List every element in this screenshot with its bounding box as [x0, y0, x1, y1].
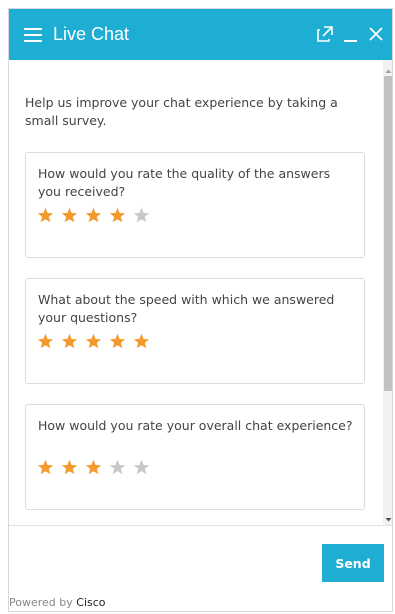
survey-question-text: How would you rate your overall chat exp…: [38, 418, 353, 433]
star-rating: [37, 333, 150, 350]
star-filled-icon[interactable]: [85, 207, 102, 224]
powered-by-label: Powered by: [9, 596, 73, 609]
star-filled-icon[interactable]: [37, 459, 54, 476]
survey-question-card: What about the speed with which we answe…: [25, 278, 365, 384]
star-rating: [37, 207, 150, 224]
star-rating: [37, 459, 150, 476]
star-filled-icon[interactable]: [61, 207, 78, 224]
popout-icon[interactable]: [314, 23, 336, 45]
star-filled-icon[interactable]: [37, 333, 54, 350]
chat-widget: Live Chat Help us improve your chat expe…: [8, 8, 393, 612]
survey-intro: Help us improve your chat experience by …: [25, 95, 338, 128]
scrollbar-thumb[interactable]: [384, 76, 392, 391]
footer-divider: [9, 525, 392, 526]
star-filled-icon[interactable]: [109, 333, 126, 350]
powered-by: Powered by Cisco: [9, 596, 106, 610]
star-filled-icon[interactable]: [37, 207, 54, 224]
survey-question-card: How would you rate your overall chat exp…: [25, 404, 365, 510]
star-empty-icon[interactable]: [109, 459, 126, 476]
scroll-up-arrow-icon[interactable]: [383, 62, 392, 74]
hamburger-menu-icon[interactable]: [24, 27, 42, 42]
minimize-icon[interactable]: [340, 23, 362, 45]
scroll-down-arrow-icon[interactable]: [383, 511, 392, 523]
star-filled-icon[interactable]: [109, 207, 126, 224]
survey-question-text: What about the speed with which we answe…: [38, 292, 335, 325]
survey-question-text: How would you rate the quality of the an…: [38, 166, 331, 199]
star-filled-icon[interactable]: [133, 333, 150, 350]
star-filled-icon[interactable]: [85, 333, 102, 350]
survey-content: Help us improve your chat experience by …: [9, 60, 383, 525]
star-empty-icon[interactable]: [133, 207, 150, 224]
star-filled-icon[interactable]: [61, 459, 78, 476]
survey-question-card: How would you rate the quality of the an…: [25, 152, 365, 258]
powered-by-brand[interactable]: Cisco: [76, 596, 105, 609]
close-icon[interactable]: [365, 23, 387, 45]
chat-header: Live Chat: [9, 9, 392, 60]
star-filled-icon[interactable]: [61, 333, 78, 350]
chat-title: Live Chat: [53, 24, 130, 44]
vertical-scrollbar[interactable]: [383, 60, 392, 525]
star-empty-icon[interactable]: [133, 459, 150, 476]
star-filled-icon[interactable]: [85, 459, 102, 476]
send-button[interactable]: Send: [322, 544, 384, 582]
